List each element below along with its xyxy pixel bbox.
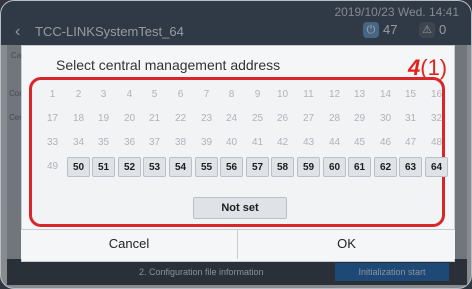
- address-button-52[interactable]: 52: [118, 157, 141, 177]
- address-button-7: 7: [203, 89, 210, 100]
- address-button-60[interactable]: 60: [323, 157, 346, 177]
- address-button-13: 13: [353, 89, 366, 100]
- address-button-9: 9: [254, 89, 261, 100]
- address-button-64[interactable]: 64: [425, 157, 448, 177]
- not-set-button[interactable]: Not set: [193, 197, 287, 219]
- address-button-6: 6: [177, 89, 184, 100]
- address-button-59[interactable]: 59: [297, 157, 320, 177]
- address-button-47: 47: [404, 137, 417, 148]
- address-button-20: 20: [123, 113, 136, 124]
- address-button-61[interactable]: 61: [348, 157, 371, 177]
- address-button-51[interactable]: 51: [92, 157, 115, 177]
- address-button-44: 44: [328, 137, 341, 148]
- address-button-57[interactable]: 57: [246, 157, 269, 177]
- address-button-30: 30: [379, 113, 392, 124]
- dialog-title: Select central management address: [56, 57, 281, 73]
- address-button-14: 14: [379, 89, 392, 100]
- address-button-21: 21: [148, 113, 161, 124]
- address-button-36: 36: [123, 137, 136, 148]
- address-button-33: 33: [46, 137, 59, 148]
- address-button-46: 46: [379, 137, 392, 148]
- address-button-5: 5: [151, 89, 158, 100]
- address-button-15: 15: [404, 89, 417, 100]
- address-button-28: 28: [328, 113, 341, 124]
- address-button-4: 4: [126, 89, 133, 100]
- address-button-19: 19: [97, 113, 110, 124]
- address-button-58[interactable]: 58: [271, 157, 294, 177]
- address-button-10: 10: [276, 89, 289, 100]
- address-button-12: 12: [328, 89, 341, 100]
- address-button-48: 48: [430, 137, 443, 148]
- address-button-32: 32: [430, 113, 443, 124]
- address-button-35: 35: [97, 137, 110, 148]
- address-button-40: 40: [225, 137, 238, 148]
- address-button-23: 23: [200, 113, 213, 124]
- address-button-41: 41: [251, 137, 264, 148]
- address-button-26: 26: [276, 113, 289, 124]
- address-button-62[interactable]: 62: [374, 157, 397, 177]
- address-button-3: 3: [100, 89, 107, 100]
- address-button-31: 31: [404, 113, 417, 124]
- address-button-38: 38: [174, 137, 187, 148]
- address-button-25: 25: [251, 113, 264, 124]
- address-button-39: 39: [200, 137, 213, 148]
- address-button-37: 37: [148, 137, 161, 148]
- address-button-50[interactable]: 50: [67, 157, 90, 177]
- address-button-17: 17: [46, 113, 59, 124]
- address-button-43: 43: [302, 137, 315, 148]
- address-button-27: 27: [302, 113, 315, 124]
- address-button-53[interactable]: 53: [143, 157, 166, 177]
- address-button-24: 24: [225, 113, 238, 124]
- address-button-2: 2: [75, 89, 82, 100]
- address-button-22: 22: [174, 113, 187, 124]
- address-button-16: 16: [430, 89, 443, 100]
- address-button-55[interactable]: 55: [195, 157, 218, 177]
- app-frame: 2019/10/23 Wed. 14:41 ‹ TCC-LINKSystemTe…: [0, 0, 472, 289]
- address-button-45: 45: [353, 137, 366, 148]
- address-button-54[interactable]: 54: [169, 157, 192, 177]
- cancel-button[interactable]: Cancel: [21, 229, 238, 259]
- address-button-18: 18: [72, 113, 85, 124]
- address-button-63[interactable]: 63: [399, 157, 422, 177]
- address-button-29: 29: [353, 113, 366, 124]
- address-button-1: 1: [49, 89, 56, 100]
- address-button-8: 8: [228, 89, 235, 100]
- address-button-56[interactable]: 56: [220, 157, 243, 177]
- address-button-49: 49: [46, 161, 59, 172]
- address-button-42: 42: [276, 137, 289, 148]
- address-button-34: 34: [72, 137, 85, 148]
- ok-button[interactable]: OK: [238, 229, 455, 259]
- address-button-11: 11: [303, 89, 314, 100]
